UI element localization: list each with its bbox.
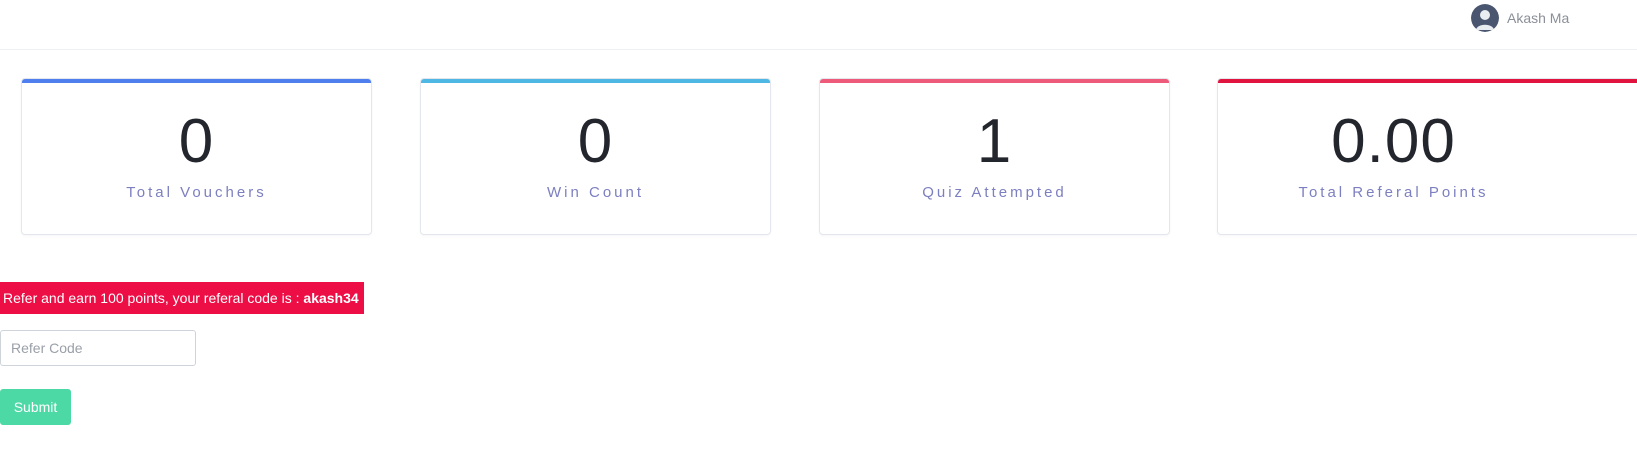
user-avatar-icon (1471, 4, 1499, 32)
submit-button[interactable]: Submit (0, 389, 71, 425)
stat-value: 0 (178, 107, 215, 176)
stat-label: Total Vouchers (126, 184, 267, 201)
top-navbar: Akash Ma (0, 0, 1637, 50)
user-name[interactable]: Akash Ma (1507, 10, 1569, 26)
stat-card-quiz-attempted: 1 Quiz Attempted (819, 78, 1170, 235)
card-accent-bar (421, 79, 770, 83)
stat-card-total-referal-points: 0.00 Total Referal Points (1217, 78, 1637, 235)
user-menu[interactable]: Akash Ma (1471, 4, 1569, 32)
card-accent-bar (22, 79, 371, 83)
stat-value: 1 (976, 107, 1013, 176)
avatar[interactable] (1471, 4, 1499, 32)
stat-label: Win Count (546, 184, 645, 201)
stat-card-total-vouchers: 0 Total Vouchers (21, 78, 372, 235)
refer-code-input[interactable] (0, 330, 196, 366)
stat-value: 0.00 (1331, 107, 1456, 176)
referral-banner: Refer and earn 100 points, your referal … (0, 282, 364, 314)
referral-code: akash34 (303, 290, 359, 306)
card-accent-bar (1218, 79, 1637, 83)
referral-message: Refer and earn 100 points, your referal … (3, 290, 304, 306)
stat-label: Total Referal Points (1298, 184, 1489, 201)
stat-card-win-count: 0 Win Count (420, 78, 771, 235)
card-accent-bar (820, 79, 1169, 83)
stat-label: Quiz Attempted (922, 184, 1067, 201)
stat-value: 0 (577, 107, 614, 176)
